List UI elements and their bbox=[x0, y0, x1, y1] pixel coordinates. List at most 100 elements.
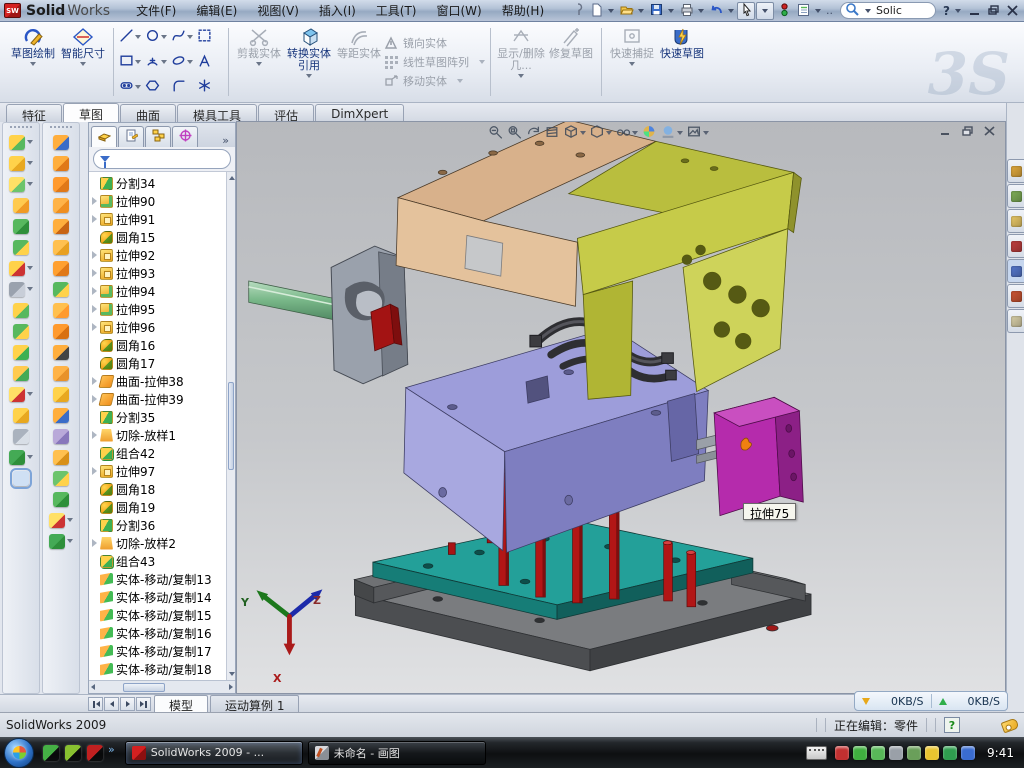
tree-item[interactable]: 分割35 bbox=[89, 408, 226, 426]
dropdown-caret-icon[interactable] bbox=[457, 79, 463, 83]
save-button[interactable] bbox=[647, 2, 665, 20]
dropdown-caret-icon[interactable] bbox=[27, 287, 33, 291]
tab-草图[interactable]: 草图 bbox=[63, 103, 119, 122]
dimxpertmanager-tab[interactable] bbox=[172, 126, 198, 147]
dropdown-caret-icon[interactable] bbox=[608, 9, 614, 13]
rectangle-button[interactable] bbox=[119, 50, 145, 75]
point-button[interactable] bbox=[197, 75, 223, 100]
select-arrow-button[interactable] bbox=[737, 2, 755, 20]
mirror-entities-button[interactable]: 镜向实体 bbox=[384, 35, 485, 51]
tree-item[interactable]: 拉伸92 bbox=[89, 246, 226, 264]
expand-arrow-icon[interactable] bbox=[92, 431, 97, 439]
knit-surface-button[interactable] bbox=[53, 364, 69, 382]
tree-item[interactable]: 圆角19 bbox=[89, 498, 226, 516]
line-button[interactable] bbox=[119, 25, 145, 50]
dropdown-caret-icon[interactable] bbox=[27, 266, 33, 270]
slot-button[interactable] bbox=[119, 75, 145, 100]
appearances-scenes-tab[interactable] bbox=[1007, 284, 1024, 308]
insert-folder-button[interactable] bbox=[53, 448, 69, 466]
restore-button[interactable] bbox=[986, 4, 1001, 17]
tree-item[interactable]: 实体-移动/复制17 bbox=[89, 642, 226, 660]
doc-tab-模型[interactable]: 模型 bbox=[154, 695, 208, 712]
dropdown-caret-icon[interactable] bbox=[815, 9, 821, 13]
search-box[interactable]: Solic bbox=[840, 2, 936, 19]
dropdown-caret-icon[interactable] bbox=[161, 60, 167, 64]
rib-button[interactable] bbox=[13, 301, 29, 319]
polygon-button[interactable] bbox=[145, 75, 171, 100]
move-copy-body-button[interactable] bbox=[13, 364, 29, 382]
tree-item[interactable]: 分割34 bbox=[89, 174, 226, 192]
featuremanager-design-tree-tab[interactable] bbox=[91, 126, 117, 147]
dropdown-caret-icon[interactable] bbox=[27, 455, 33, 459]
ellipse-button[interactable] bbox=[171, 50, 197, 75]
dropdown-caret-icon[interactable] bbox=[27, 182, 33, 186]
dropdown-caret-icon[interactable] bbox=[677, 131, 683, 135]
menu-文件(F)[interactable]: 文件(F) bbox=[126, 0, 186, 21]
tree-item[interactable]: 拉伸96 bbox=[89, 318, 226, 336]
edit-appearance-button[interactable] bbox=[641, 124, 657, 142]
hide-show-items-button[interactable] bbox=[615, 124, 638, 142]
tab-DimXpert[interactable]: DimXpert bbox=[315, 104, 404, 122]
open-file-button[interactable] bbox=[617, 2, 635, 20]
language-bar-keyboard-icon[interactable] bbox=[806, 746, 827, 760]
extruded-boss-button[interactable] bbox=[9, 133, 33, 151]
scroll-left-icon[interactable] bbox=[91, 684, 95, 690]
tree-item[interactable]: 组合43 bbox=[89, 552, 226, 570]
tab-特征[interactable]: 特征 bbox=[6, 104, 62, 122]
move-face-button[interactable] bbox=[53, 427, 69, 445]
undercut-analysis-button[interactable] bbox=[53, 301, 69, 319]
dropdown-caret-icon[interactable] bbox=[580, 131, 586, 135]
dropdown-caret-icon[interactable] bbox=[638, 9, 644, 13]
view-settings-button[interactable] bbox=[686, 124, 709, 142]
dropdown-caret-icon[interactable] bbox=[955, 9, 961, 13]
dropdown-caret-icon[interactable] bbox=[865, 9, 871, 13]
revolved-surface-button[interactable] bbox=[53, 490, 69, 508]
first-tab-button[interactable] bbox=[88, 697, 103, 711]
expand-arrow-icon[interactable] bbox=[92, 197, 97, 205]
cavity-button[interactable] bbox=[53, 385, 69, 403]
expand-arrow-icon[interactable] bbox=[92, 539, 97, 547]
truncated-toolbar-button[interactable]: .. bbox=[824, 4, 835, 17]
messenger-status-icon[interactable] bbox=[961, 746, 975, 760]
new-file-button[interactable] bbox=[587, 2, 605, 20]
expand-arrow-icon[interactable] bbox=[92, 395, 97, 403]
dropdown-caret-icon[interactable] bbox=[27, 161, 33, 165]
spline-tool-2-button[interactable] bbox=[49, 532, 73, 550]
tree-vertical-scrollbar[interactable] bbox=[226, 172, 235, 680]
dropdown-caret-icon[interactable] bbox=[161, 35, 167, 39]
extruded-cut-button[interactable] bbox=[9, 154, 33, 172]
scrollbar-thumb[interactable] bbox=[123, 683, 165, 692]
traffic-light-button[interactable] bbox=[775, 2, 793, 20]
solidworks-resources-tab[interactable] bbox=[1007, 159, 1024, 183]
tree-item[interactable]: 曲面-拉伸39 bbox=[89, 390, 226, 408]
zoom-fit-button[interactable] bbox=[487, 124, 503, 142]
offset-entities-button[interactable]: 等距实体 bbox=[334, 24, 384, 100]
lofted-boss-button[interactable] bbox=[13, 217, 29, 235]
dropdown-caret-icon[interactable] bbox=[187, 35, 193, 39]
tree-item[interactable]: 拉伸97 bbox=[89, 462, 226, 480]
configurationmanager-tab[interactable] bbox=[145, 126, 171, 147]
expand-arrow-icon[interactable] bbox=[92, 377, 97, 385]
dropdown-caret-icon[interactable] bbox=[80, 62, 86, 66]
file-explorer-tab[interactable] bbox=[1007, 209, 1024, 233]
tree-item[interactable]: 圆角18 bbox=[89, 480, 226, 498]
tree-item[interactable]: 切除-放样1 bbox=[89, 426, 226, 444]
measure-button[interactable] bbox=[13, 469, 29, 487]
shut-off-surface-button[interactable] bbox=[53, 175, 69, 193]
circle-button[interactable] bbox=[145, 25, 171, 50]
tree-item[interactable]: 拉伸93 bbox=[89, 264, 226, 282]
doc-close-button[interactable] bbox=[982, 124, 997, 137]
move-entities-button[interactable]: 移动实体 bbox=[384, 73, 485, 89]
smart-dimension-button[interactable]: 智能尺寸 bbox=[58, 24, 108, 100]
shell-button[interactable] bbox=[13, 322, 29, 340]
parting-surface-button[interactable] bbox=[53, 196, 69, 214]
next-tab-button[interactable] bbox=[120, 697, 135, 711]
centerpoint-arc-button[interactable] bbox=[145, 50, 171, 75]
tree-horizontal-scrollbar[interactable] bbox=[89, 680, 235, 693]
dropdown-caret-icon[interactable] bbox=[306, 74, 312, 78]
selection-box-button[interactable] bbox=[197, 25, 223, 50]
spline-tool-button[interactable] bbox=[9, 448, 33, 466]
expand-arrow-icon[interactable] bbox=[92, 251, 97, 259]
scroll-right-icon[interactable] bbox=[229, 684, 233, 690]
linear-pattern-button[interactable] bbox=[9, 280, 33, 298]
